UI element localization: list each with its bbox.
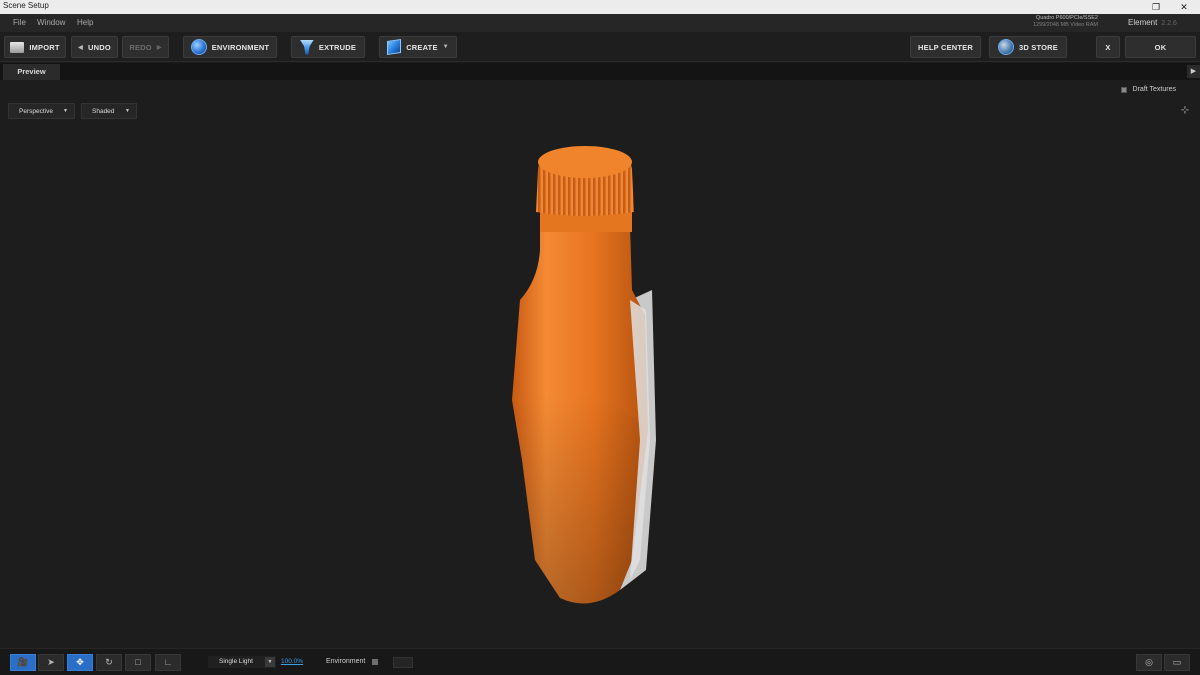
restore-window-button[interactable]: ❐ — [1145, 0, 1167, 14]
draft-textures-checkbox[interactable] — [1120, 86, 1127, 93]
plugin-info: Element 2.2.6 — [1128, 18, 1177, 27]
3d-viewport[interactable]: Draft Textures Perspective ▼ Shaded ▼ ⊹ — [0, 80, 1200, 648]
chevron-down-icon: ▼ — [63, 108, 68, 114]
status-bar: 🎥 ➤ ✥ ↻ □ ∟ Single Light ▼ 100.0% Enviro… — [0, 648, 1200, 675]
chevron-right-icon[interactable]: ▶ — [1187, 65, 1200, 78]
redo-button[interactable]: REDO ▶ — [122, 36, 169, 58]
bottle-cap-top — [538, 146, 632, 178]
bottle-model[interactable] — [480, 140, 720, 610]
close-window-button[interactable]: ✕ — [1173, 0, 1195, 14]
draft-textures-toggle[interactable]: Draft Textures — [1120, 86, 1176, 93]
store-globe-icon — [998, 39, 1014, 55]
import-button[interactable]: IMPORT — [4, 36, 66, 58]
projection-dropdown[interactable]: Perspective ▼ — [8, 103, 75, 119]
globe-icon — [190, 39, 207, 55]
gpu-info: Quadro P600/PCIe/SSE2 1299/2048 MB Video… — [1033, 15, 1098, 29]
store-label: 3D STORE — [1019, 42, 1058, 52]
draft-textures-label: Draft Textures — [1132, 86, 1176, 93]
help-center-button[interactable]: HELP CENTER — [910, 36, 981, 58]
select-tool-icon[interactable]: ➤ — [38, 654, 64, 671]
render-screen-icon[interactable]: ▭ — [1164, 654, 1190, 671]
3d-store-button[interactable]: 3D STORE — [989, 36, 1067, 58]
chevron-down-icon: ▼ — [442, 44, 449, 50]
gpu-name: Quadro P600/PCIe/SSE2 — [1035, 15, 1098, 21]
extrude-button[interactable]: EXTRUDE — [291, 36, 365, 58]
ok-button[interactable]: OK — [1125, 36, 1196, 58]
plugin-version: 2.2.6 — [1161, 20, 1177, 27]
target-icon[interactable]: ◎ — [1136, 654, 1162, 671]
expand-icon[interactable]: ⊹ — [1178, 104, 1192, 118]
shading-value: Shaded — [92, 107, 115, 115]
environment-checkbox[interactable] — [372, 659, 378, 665]
light-mode-value: Single Light — [219, 658, 253, 665]
environment-color-swatch[interactable] — [393, 657, 413, 668]
extrude-label: EXTRUDE — [318, 42, 357, 52]
light-intensity-link[interactable]: 100.0% — [281, 658, 303, 665]
axis-tool-icon[interactable]: ∟ — [155, 654, 181, 671]
chevron-down-icon: ▼ — [125, 108, 130, 114]
folder-icon — [10, 41, 25, 53]
main-toolbar: IMPORT ◀ UNDO REDO ▶ ENVIRONMENT EXTRUDE… — [0, 32, 1200, 62]
window-title: Scene Setup — [3, 1, 49, 10]
rotate-tool-icon[interactable]: ↻ — [96, 654, 122, 671]
menu-window[interactable]: Window — [37, 18, 65, 27]
redo-label: REDO — [129, 42, 152, 52]
environment-label: ENVIRONMENT — [211, 42, 270, 52]
help-center-label: HELP CENTER — [918, 42, 973, 52]
light-mode-dropdown[interactable]: Single Light ▼ — [208, 656, 276, 668]
import-label: IMPORT — [29, 42, 60, 52]
title-bar: Scene Setup ❐ ✕ — [0, 0, 1200, 14]
create-label: CREATE — [406, 42, 438, 52]
menu-help[interactable]: Help — [77, 18, 93, 27]
scale-tool-icon[interactable]: □ — [125, 654, 151, 671]
camera-tool-icon[interactable]: 🎥 — [10, 654, 36, 671]
undo-button[interactable]: ◀ UNDO — [71, 36, 118, 58]
environment-button[interactable]: ENVIRONMENT — [183, 36, 277, 58]
chevron-right-icon: ▶ — [156, 44, 162, 51]
gpu-memory: 1299/2048 MB Video RAM — [1032, 22, 1098, 28]
extrude-icon — [299, 39, 314, 55]
plugin-name: Element — [1128, 18, 1158, 27]
menu-bar: File Window Help Quadro P600/PCIe/SSE2 1… — [0, 14, 1200, 32]
shading-dropdown[interactable]: Shaded ▼ — [81, 103, 137, 119]
cube-icon — [387, 39, 402, 55]
projection-value: Perspective — [19, 107, 53, 115]
undo-label: UNDO — [87, 42, 111, 52]
move-tool-icon[interactable]: ✥ — [67, 654, 93, 671]
cancel-button[interactable]: X — [1096, 36, 1120, 58]
environment-label: Environment — [326, 658, 366, 665]
tab-bar: Preview ▶ — [0, 63, 1200, 80]
tab-preview[interactable]: Preview — [3, 64, 60, 80]
chevron-left-icon: ◀ — [78, 44, 83, 51]
chevron-down-icon: ▼ — [265, 657, 275, 667]
cancel-label: X — [1105, 42, 1111, 52]
ok-label: OK — [1154, 42, 1167, 52]
menu-file[interactable]: File — [13, 18, 26, 27]
create-button[interactable]: CREATE ▼ — [379, 36, 457, 58]
